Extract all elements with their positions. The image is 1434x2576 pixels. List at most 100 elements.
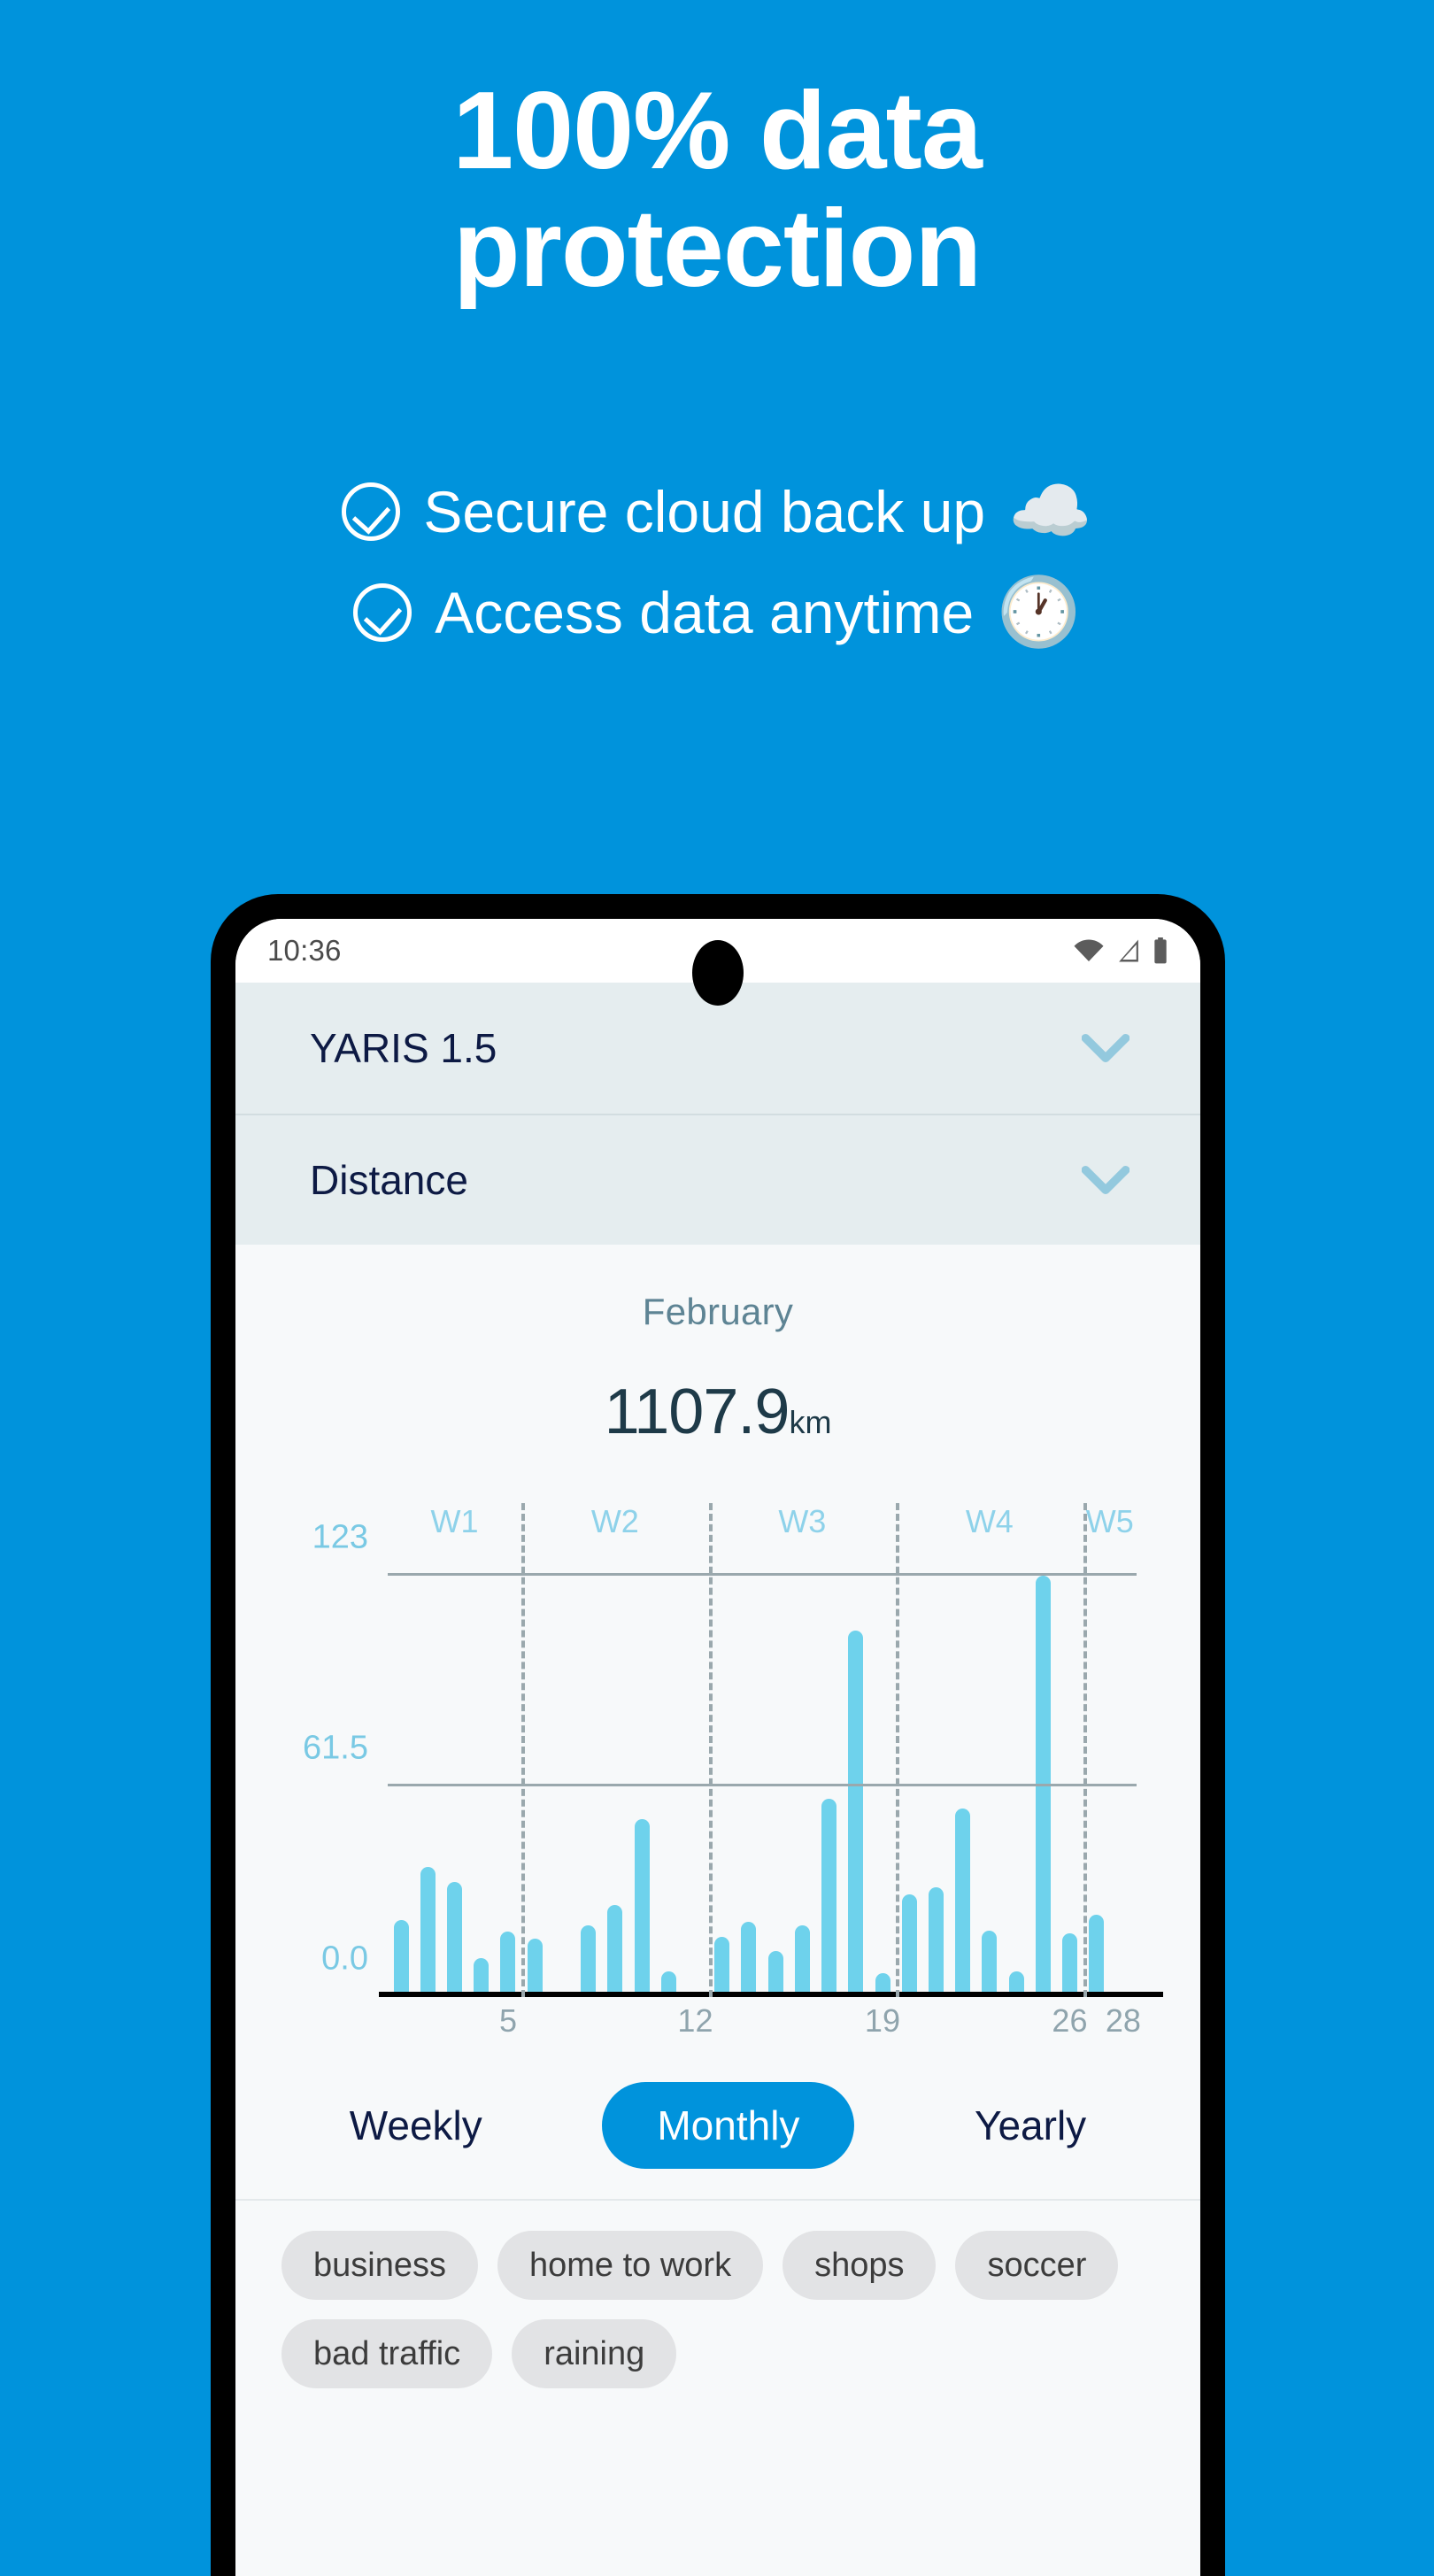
chart-x-tick-label: 12 — [677, 2002, 713, 2039]
chart-bar-slot — [468, 1576, 495, 1997]
clock-emoji: 🕐 — [997, 575, 1081, 650]
chart-week-label: W1 — [430, 1503, 479, 1539]
chart-bar — [955, 1809, 971, 1997]
chart-bar — [420, 1866, 436, 1997]
tag-chip[interactable]: soccer — [955, 2231, 1119, 2300]
status-bar-system-icons — [1073, 937, 1168, 964]
chart-card: February 1107.9km W1 W2 W3 W4 W5 0.0 61.5 123 … — [235, 1245, 1200, 2388]
chart-bar — [447, 1882, 463, 1997]
chevron-down-icon[interactable] — [1082, 1165, 1129, 1195]
chart-bar — [741, 1921, 757, 1997]
chart-week-label: W5 — [1085, 1503, 1134, 1539]
chart-week-label: W4 — [965, 1503, 1014, 1539]
chart-bar-slot — [1110, 1576, 1137, 1997]
period-toggle-weekly[interactable]: Weekly — [341, 2082, 491, 2169]
tag-chip[interactable]: business — [281, 2231, 478, 2300]
chart-bar-slot — [1056, 1576, 1083, 1997]
tag-chip[interactable]: bad traffic — [281, 2319, 493, 2388]
chart-bar — [821, 1798, 837, 1997]
chart-x-tick-label: 5 — [498, 2002, 517, 2039]
chart-x-tick-label: 28 — [1105, 2002, 1141, 2039]
chart-bar-slot — [521, 1576, 548, 1997]
chart-bar-slot — [602, 1576, 628, 1997]
cloud-emoji: ☁️ — [1008, 474, 1092, 549]
promo-bullet-label: Access data anytime — [435, 580, 975, 645]
chart-week-label: W3 — [778, 1503, 827, 1539]
chart-bar-slot — [843, 1576, 869, 1997]
headline-line-1: 100% data — [452, 70, 983, 192]
chart-bar — [1035, 1576, 1051, 1997]
chart-bar — [527, 1939, 543, 1997]
chart-bar-slot — [495, 1576, 521, 1997]
chart-bar-slot — [682, 1576, 708, 1997]
chart-y-tick-label: 0.0 — [321, 1940, 368, 1978]
chart-bar-slot — [388, 1576, 414, 1997]
promo-headline: 100% data protection — [0, 73, 1434, 307]
chart-week-divider — [1083, 1503, 1087, 1997]
tag-list: business home to work shops soccer bad traff… — [235, 2201, 1200, 2388]
chart-bar-slot — [922, 1576, 949, 1997]
vehicle-selector-label: YARIS 1.5 — [310, 1025, 497, 1071]
tag-chip[interactable]: shops — [783, 2231, 937, 2300]
chart-bar-slot — [950, 1576, 976, 1997]
chart-bar-slot — [655, 1576, 682, 1997]
chart-bar-slot — [869, 1576, 896, 1997]
chart-bar-slot — [575, 1576, 602, 1997]
chart-bar-slot — [1083, 1576, 1110, 1997]
chart-x-axis-line — [379, 1992, 1163, 1997]
chart-y-tick-label: 123 — [312, 1518, 368, 1556]
chart-bar — [634, 1818, 650, 1997]
summary-value-number: 1107.9 — [604, 1377, 790, 1447]
chart-bar — [794, 1924, 810, 1997]
tag-chip[interactable]: raining — [512, 2319, 677, 2388]
week-label-row: W1 W2 W3 W4 W5 — [388, 1503, 1137, 1553]
camera-punch-hole — [692, 940, 744, 1006]
chart-week-divider — [896, 1503, 900, 1997]
battery-icon — [1154, 937, 1167, 964]
chart-bar-slot — [414, 1576, 441, 1997]
chart-bar — [607, 1904, 623, 1997]
period-toggle: Weekly Monthly Yearly — [235, 2082, 1200, 2201]
period-toggle-monthly[interactable]: Monthly — [602, 2082, 855, 2169]
chart-bar-slot — [816, 1576, 843, 1997]
chart-gridline — [388, 1784, 1137, 1786]
chart-bar — [901, 1893, 917, 1997]
chart-bar — [767, 1950, 783, 1997]
chart-week-divider — [708, 1503, 713, 1997]
cellular-signal-icon — [1119, 939, 1138, 962]
chart-bar — [848, 1630, 864, 1997]
promo-bullet-label: Secure cloud back up — [423, 479, 986, 544]
chart-week-label: W2 — [590, 1503, 639, 1539]
chart-bar-slot — [1003, 1576, 1029, 1997]
chart-bars — [388, 1576, 1137, 1997]
chart-bar — [928, 1887, 944, 1997]
chart-bar — [393, 1919, 409, 1997]
headline-line-2: protection — [452, 187, 982, 310]
chart-x-tick-label: 26 — [1052, 2002, 1088, 2039]
metric-selector-label: Distance — [310, 1157, 468, 1203]
chart-bar-slot — [736, 1576, 762, 1997]
chart-bar-slot — [548, 1576, 574, 1997]
chart-x-tick-label: 19 — [864, 2002, 900, 2039]
promo-bullet-item: Secure cloud back up ☁️ — [0, 478, 1434, 545]
chart-bar-slot — [628, 1576, 655, 1997]
chart-bar — [982, 1930, 998, 1997]
chart-bar-slot — [1029, 1576, 1056, 1997]
metric-selector[interactable]: Distance — [235, 1114, 1200, 1245]
period-toggle-yearly[interactable]: Yearly — [966, 2082, 1095, 2169]
tag-chip[interactable]: home to work — [497, 2231, 764, 2300]
summary-value-unit: km — [789, 1404, 832, 1440]
wifi-icon — [1074, 939, 1104, 961]
promo-bullet-list: Secure cloud back up ☁️ Access data anyt… — [0, 478, 1434, 680]
chart-y-tick-label: 61.5 — [303, 1729, 368, 1767]
chart-x-tick-row: 5 12 19 26 28 — [388, 2002, 1141, 2052]
chart-bar-slot — [709, 1576, 736, 1997]
chevron-down-icon[interactable] — [1082, 1033, 1129, 1063]
phone-mockup: 10:36 YARIS 1.5 Distance February 1107.9… — [211, 894, 1225, 2576]
chart-bar — [581, 1924, 597, 1997]
phone-screen: 10:36 YARIS 1.5 Distance February 1107.9… — [235, 919, 1200, 2576]
chart-bar — [500, 1932, 516, 1997]
chart-plot-area: 0.0 61.5 123 — [303, 1503, 1163, 1997]
chart-bar — [1089, 1915, 1105, 1997]
promo-bullet-item: Access data anytime 🕐 — [0, 579, 1434, 646]
